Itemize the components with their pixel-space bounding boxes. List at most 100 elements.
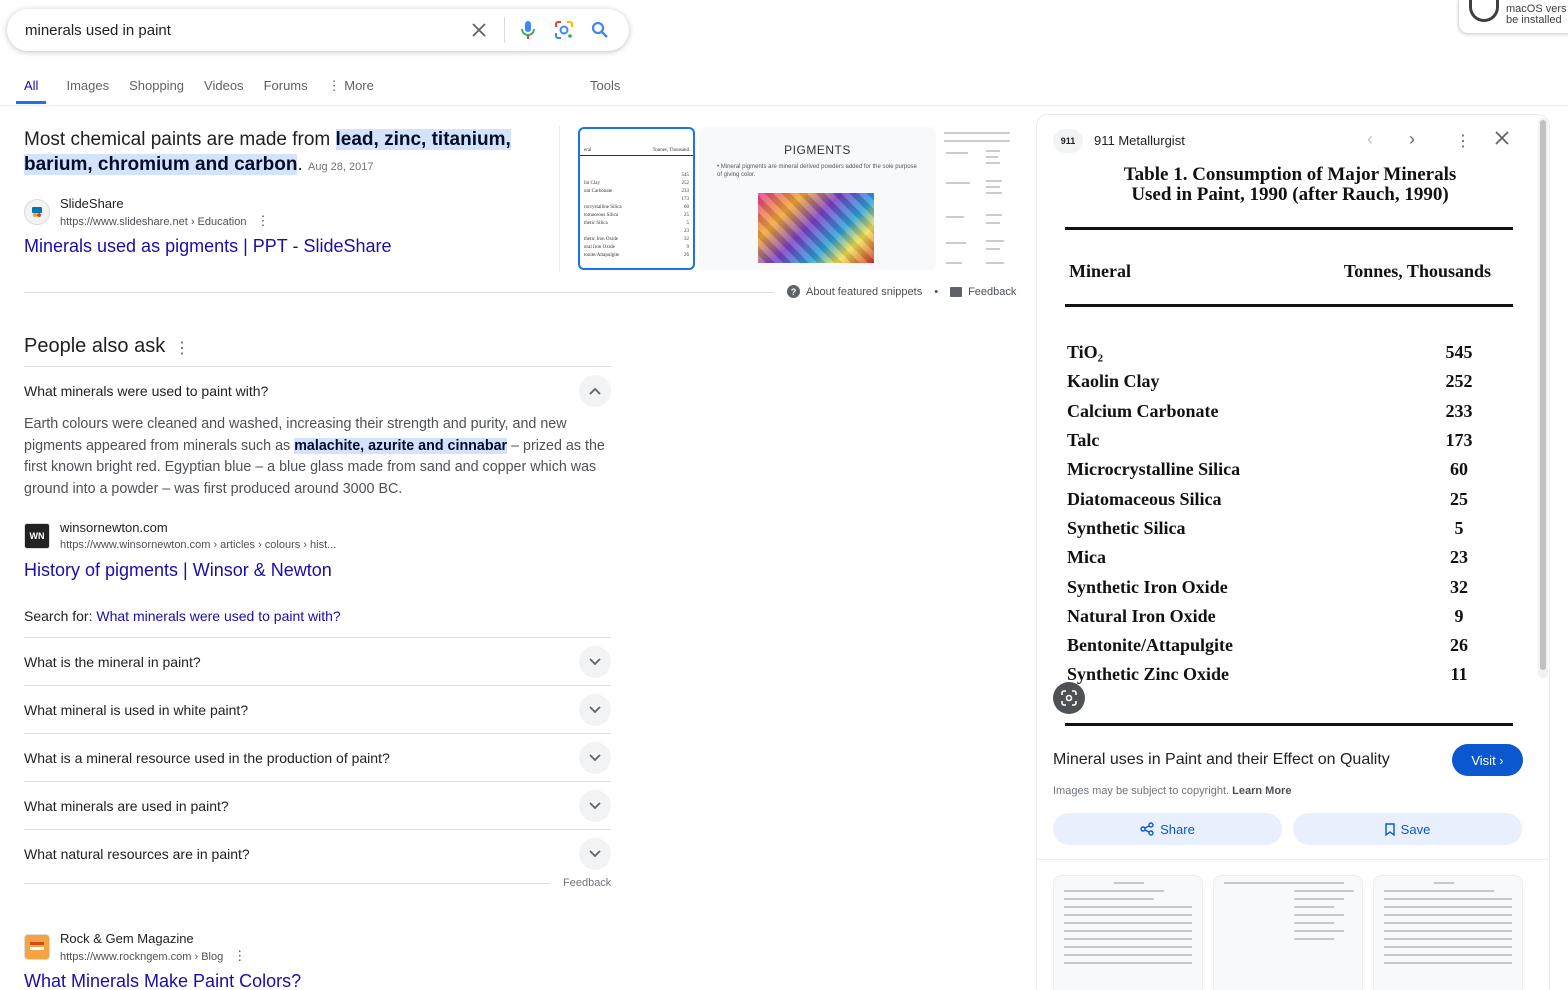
lens-icon[interactable] (551, 17, 577, 43)
scrollbar-thumb[interactable] (1540, 120, 1546, 670)
search-input[interactable]: minerals used in paint (25, 22, 456, 39)
paa-question[interactable]: What minerals are used in paint? (24, 798, 229, 814)
doc-row: Diatomaceous Silica 25 (1067, 484, 1489, 513)
close-icon[interactable] (1495, 129, 1509, 150)
copyright-note: Images may be subject to copyright. Lear… (1053, 785, 1291, 797)
result-source[interactable]: WN winsornewton.com https://www.winsorne… (24, 519, 336, 553)
result-title-link[interactable]: History of pigments | Winsor & Newton (24, 560, 332, 581)
visit-button[interactable]: Visit › (1452, 744, 1523, 776)
document-image[interactable]: Table 1. Consumption of Major Minerals U… (1065, 157, 1515, 729)
help-icon: ? (787, 285, 800, 298)
source-url: https://www.slideshare.net › Education (60, 216, 247, 228)
snippet-image-1[interactable]: eral Tonnes, Thousand 545 lin Clay 252 um … (578, 127, 695, 270)
paa-question[interactable]: What is the mineral in paint? (24, 654, 201, 670)
divider (24, 292, 774, 293)
share-button[interactable]: Share (1053, 813, 1282, 845)
answer-suffix: . (297, 154, 303, 175)
result-title-link[interactable]: Minerals used as pigments | PPT - SlideS… (24, 236, 392, 257)
chevron-up-icon[interactable] (579, 374, 611, 407)
paa-feedback-link[interactable]: Feedback (563, 877, 611, 889)
tools-button[interactable]: Tools (590, 78, 620, 93)
paa-question[interactable]: What minerals were used to paint with? (24, 383, 268, 399)
paa-question[interactable]: What mineral is used in white paint? (24, 702, 248, 718)
source-url: https://www.winsornewton.com › articles … (60, 539, 337, 551)
pigments-bullet: • Mineral pigments are mineral derived p… (717, 164, 917, 178)
doc-row: Synthetic Zinc Oxide 11 (1067, 660, 1489, 689)
paa-item[interactable]: What mineral is used in white paint? (24, 685, 611, 733)
lens-search-icon[interactable] (1053, 682, 1085, 714)
rule-line (1065, 723, 1513, 726)
chevron-down-icon[interactable] (579, 789, 611, 822)
paa-item[interactable]: What is the mineral in paint? (24, 637, 611, 685)
divider (0, 105, 1568, 106)
mineral-name: Calcium Carbonate (1067, 400, 1219, 421)
mineral-name: TiO₂ (1067, 342, 1104, 363)
more-options-icon[interactable]: ⋮ (256, 213, 269, 229)
chevron-down-icon[interactable] (579, 741, 611, 774)
doc-title-line1: Table 1. Consumption of Major Minerals (1123, 164, 1457, 185)
tab-shopping[interactable]: Shopping (129, 76, 184, 106)
related-image-3[interactable] (1373, 875, 1523, 990)
doc-row: Synthetic Iron Oxide 32 (1067, 572, 1489, 601)
chevron-left-icon[interactable]: ‹ (1367, 129, 1373, 150)
tab-all[interactable]: All (16, 76, 47, 104)
paa-question[interactable]: What is a mineral resource used in the p… (24, 750, 390, 766)
mineral-value: 60 (1450, 459, 1468, 480)
paa-expanded-item[interactable]: What minerals were used to paint with? (24, 366, 611, 414)
tab-more[interactable]: ⋮ More (328, 76, 374, 106)
save-button[interactable]: Save (1293, 813, 1522, 845)
rockngem-favicon-icon (24, 934, 50, 960)
doc-row: Natural Iron Oxide 9 (1067, 602, 1489, 631)
paa-item[interactable]: What is a mineral resource used in the p… (24, 733, 611, 781)
tab-forums[interactable]: Forums (264, 76, 308, 106)
paa-options-icon[interactable]: ⋮ (174, 338, 190, 358)
paa-question[interactable]: What natural resources are in paint? (24, 846, 250, 862)
feedback-link[interactable]: Feedback (968, 286, 1016, 298)
related-image-1[interactable] (1053, 875, 1203, 990)
panel-source-name[interactable]: 911 Metallurgist (1094, 133, 1185, 148)
more-options-icon[interactable]: ⋮ (233, 948, 246, 964)
extension-logo-icon (1469, 0, 1499, 22)
winsornewton-favicon-icon: WN (24, 523, 50, 549)
paa-heading: People also ask (24, 335, 166, 357)
result-source[interactable]: SlideShare https://www.slideshare.net › … (24, 195, 269, 230)
paa-item[interactable]: What natural resources are in paint? (24, 829, 611, 877)
search-icon[interactable] (587, 17, 613, 43)
snippet-image-2[interactable]: PIGMENTS • Mineral pigments are mineral … (699, 127, 936, 270)
source-name: SlideShare (60, 196, 124, 211)
chevron-down-icon[interactable] (579, 645, 611, 678)
mineral-value: 25 (1450, 488, 1468, 509)
chevron-down-icon[interactable] (579, 693, 611, 726)
paa-item[interactable]: What minerals are used in paint? (24, 781, 611, 829)
paa-list: What is the mineral in paint? What miner… (24, 637, 611, 877)
image-caption[interactable]: Mineral uses in Paint and their Effect o… (1053, 751, 1390, 769)
chevron-down-icon[interactable] (579, 837, 611, 870)
doc-row: Calcium Carbonate 233 (1067, 397, 1489, 426)
doc-row: Microcrystalline Silica 60 (1067, 455, 1489, 484)
copyright-text: Images may be subject to copyright. (1053, 785, 1233, 797)
learn-more-link[interactable]: Learn More (1232, 785, 1291, 797)
panel-scrollbar[interactable] (1538, 118, 1548, 678)
chevron-right-icon[interactable]: › (1409, 129, 1415, 150)
doc-title-line2: Used in Paint, 1990 (after Rauch, 1990) (1131, 184, 1449, 205)
col-tonnes: Tonnes, Thousands (1343, 261, 1491, 281)
result-title-link[interactable]: What Minerals Make Paint Colors? (24, 971, 301, 990)
snippet-image-3[interactable] (940, 127, 1014, 270)
slideshare-favicon-icon (24, 199, 50, 225)
image-viewer-panel: 911 911 Metallurgist ‹ › ⋮ Table 1. Cons… (1036, 114, 1550, 990)
result-source[interactable]: Rock & Gem Magazine https://www.rockngem… (24, 930, 246, 965)
search-box[interactable]: minerals used in paint (7, 9, 629, 51)
mineral-value: 32 (1450, 576, 1468, 597)
clear-icon[interactable] (466, 17, 492, 43)
mineral-value: 545 (1445, 342, 1473, 363)
tab-images[interactable]: Images (66, 76, 109, 106)
about-featured-snippets-link[interactable]: About featured snippets (806, 286, 922, 298)
feedback-icon (950, 286, 963, 297)
more-options-icon[interactable]: ⋮ (1455, 131, 1471, 151)
extension-popup[interactable]: macOS vers be installed (1458, 0, 1568, 34)
mineral-value: 23 (1450, 547, 1468, 568)
search-for-link[interactable]: What minerals were used to paint with? (96, 608, 340, 624)
related-image-2[interactable] (1213, 875, 1363, 990)
tab-videos[interactable]: Videos (204, 76, 244, 106)
microphone-icon[interactable] (515, 17, 541, 43)
